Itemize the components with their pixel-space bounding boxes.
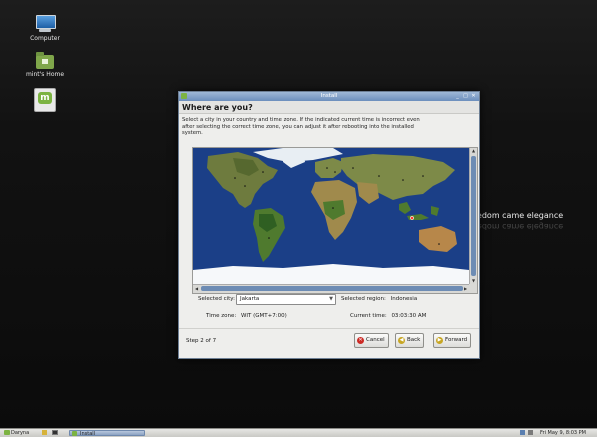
selected-region-value: Indonesia <box>390 296 418 302</box>
mint-installer-icon: m <box>34 88 56 112</box>
cancel-button[interactable]: ✕ Cancel <box>354 333 389 348</box>
scroll-right-icon[interactable]: ▶ <box>462 285 469 293</box>
page-header: Where are you? <box>179 101 479 114</box>
home-folder-icon <box>36 52 54 69</box>
scrollbar-thumb[interactable] <box>471 156 476 276</box>
forward-button-label: Forward <box>445 337 468 343</box>
back-button-label: Back <box>407 337 421 343</box>
chevron-down-icon: ▼ <box>329 296 333 302</box>
network-icon[interactable] <box>520 430 525 435</box>
desktop-icon-label: Computer <box>30 35 60 42</box>
clock[interactable]: Fri May 9, 8:03 PM <box>540 430 586 436</box>
maximize-button[interactable]: □ <box>463 93 468 99</box>
back-button[interactable]: ◀ Back <box>395 333 425 348</box>
main-menu-button[interactable]: Daryna <box>4 430 29 436</box>
page-description: Select a city in your country and time z… <box>182 117 420 136</box>
timezone-map-panel: ▲ ▼ ◀ ▶ <box>192 147 478 294</box>
page-title: Where are you? <box>182 103 253 112</box>
window-titlebar[interactable]: Install _ □ ✕ <box>179 92 479 101</box>
system-tray <box>520 430 533 436</box>
minimize-button[interactable]: _ <box>455 93 460 99</box>
time-zone-value: WIT (GMT+7:00) <box>240 313 287 319</box>
wallpaper-slogan-reflection: eedom came elegance <box>472 222 564 231</box>
scrollbar-thumb[interactable] <box>201 286 463 291</box>
window-title: Install <box>320 93 338 99</box>
computer-icon <box>35 15 56 33</box>
selected-city-combo[interactable]: Jakarta ▼ <box>236 294 336 305</box>
time-zone-label: Time zone: <box>206 313 237 319</box>
show-desktop-icon <box>42 430 47 435</box>
desktop-icon-computer[interactable]: Computer <box>15 15 75 42</box>
terminal-launcher[interactable] <box>52 430 58 436</box>
map-vertical-scrollbar[interactable]: ▲ ▼ <box>469 148 477 284</box>
installer-task-icon <box>72 431 77 436</box>
desktop-icon-installer[interactable]: m <box>15 88 75 114</box>
desktop-icon-label: mint's Home <box>25 71 65 78</box>
scroll-up-icon[interactable]: ▲ <box>470 148 477 154</box>
world-map-graphic <box>193 148 469 284</box>
show-desktop-button[interactable] <box>42 430 47 436</box>
close-button[interactable]: ✕ <box>471 93 476 99</box>
menu-icon <box>4 430 10 435</box>
forward-arrow-icon: ▶ <box>436 337 443 344</box>
volume-icon[interactable] <box>527 430 533 435</box>
cancel-button-label: Cancel <box>366 337 385 343</box>
wizard-footer: Step 2 of 7 ✕ Cancel ◀ Back ▶ Forward <box>179 328 479 357</box>
world-map[interactable] <box>193 148 469 284</box>
selected-city-marker <box>410 216 414 220</box>
current-time-label: Current time: <box>350 313 387 319</box>
back-arrow-icon: ◀ <box>398 337 405 344</box>
selected-region-label: Selected region: <box>341 296 386 302</box>
selected-city-label: Selected city: <box>198 296 236 302</box>
scroll-down-icon[interactable]: ▼ <box>470 278 477 284</box>
forward-button[interactable]: ▶ Forward <box>433 333 472 348</box>
map-horizontal-scrollbar[interactable]: ◀ ▶ <box>193 284 469 293</box>
desktop-icon-home[interactable]: mint's Home <box>15 52 75 78</box>
cancel-icon: ✕ <box>357 337 364 344</box>
taskbar-task-label: Install <box>80 431 96 437</box>
installer-window: Install _ □ ✕ Where are you? Select a ci… <box>178 91 480 359</box>
wallpaper-slogan: eedom came elegance <box>472 211 564 220</box>
scroll-left-icon[interactable]: ◀ <box>193 285 200 293</box>
terminal-icon <box>52 430 58 435</box>
selected-city-value: Jakarta <box>240 296 260 302</box>
current-time-value: 03:03:30 AM <box>391 313 427 319</box>
taskbar-task-install[interactable]: Install <box>69 430 145 437</box>
main-menu-label: Daryna <box>11 430 30 436</box>
step-indicator: Step 2 of 7 <box>186 338 217 344</box>
